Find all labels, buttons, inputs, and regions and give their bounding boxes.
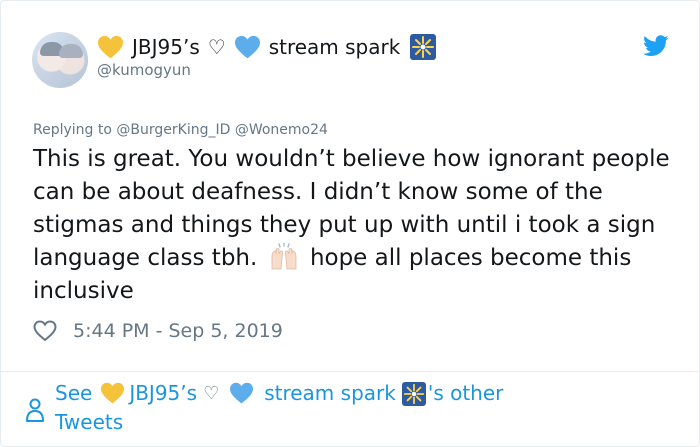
avatar[interactable] — [32, 32, 88, 88]
see-label: See — [55, 381, 93, 405]
mention-burgerking[interactable]: @BurgerKing_ID — [116, 122, 230, 138]
sparkler-icon — [401, 381, 426, 406]
tweet-meta: 5:44 PM - Sep 5, 2019 — [33, 317, 283, 345]
like-heart-icon[interactable] — [33, 320, 57, 342]
footer-name-suffix: stream spark — [264, 381, 396, 405]
footer-possessive: 's other — [427, 381, 504, 405]
blue-heart-icon — [230, 382, 254, 404]
name-suffix: stream spark — [268, 35, 401, 59]
raising-hands-icon — [271, 243, 297, 270]
display-name[interactable]: JBJ95’s ♡ stream spark — [97, 31, 437, 63]
replying-prefix: Replying to — [33, 122, 112, 138]
yellow-heart-icon — [98, 35, 123, 58]
mention-wonemo[interactable]: @Wonemo24 — [235, 122, 328, 138]
user-handle[interactable]: @kumogyun — [97, 61, 191, 79]
blue-heart-icon — [234, 35, 260, 58]
footer-name-symbol: ♡ — [203, 383, 220, 404]
footer-name-prefix: JBJ95’s — [129, 381, 198, 405]
name-symbol: ♡ — [207, 35, 226, 59]
yellow-heart-icon — [101, 382, 125, 404]
twitter-bird-icon[interactable] — [643, 35, 669, 57]
person-icon — [26, 398, 44, 422]
name-prefix: JBJ95’s — [132, 35, 200, 59]
timestamp[interactable]: 5:44 PM - Sep 5, 2019 — [73, 320, 283, 342]
replying-to: Replying to @BurgerKing_ID @Wonemo24 — [33, 122, 328, 138]
sparkler-icon — [410, 34, 437, 60]
tweet-text: This is great. You wouldn’t believe how … — [33, 143, 683, 308]
tweet-card: JBJ95’s ♡ stream spark @kumogyun Replyin… — [0, 0, 700, 447]
footer-tweets: Tweets — [55, 410, 124, 434]
divider — [1, 371, 700, 372]
